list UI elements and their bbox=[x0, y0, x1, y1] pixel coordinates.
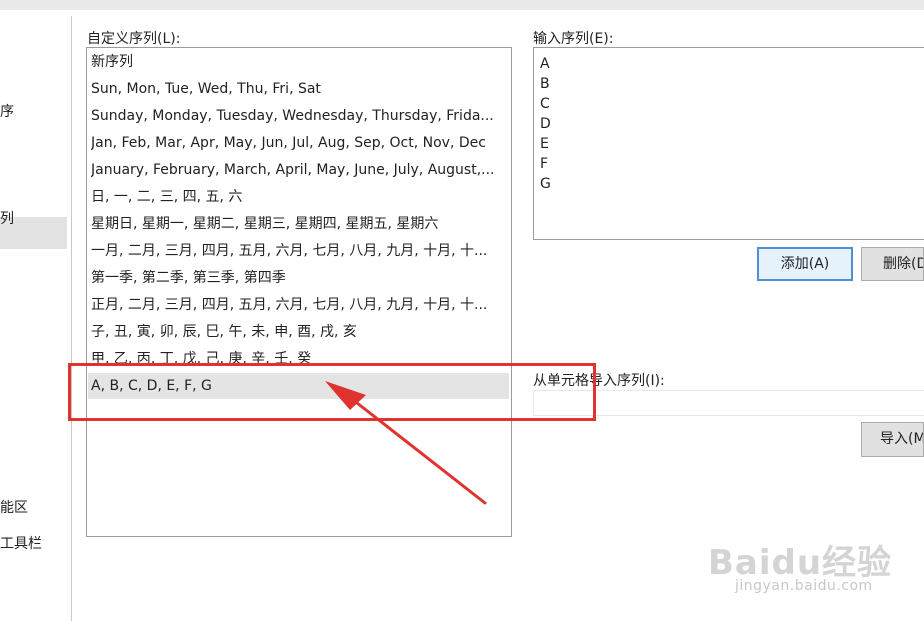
list-entries-textarea[interactable]: A B C D E F G bbox=[533, 47, 924, 240]
entry-line: C bbox=[540, 96, 550, 112]
list-item[interactable]: 子, 丑, 寅, 卯, 辰, 巳, 午, 未, 申, 酉, 戌, 亥 bbox=[91, 319, 509, 345]
nav-item-ribbon[interactable]: 能区 bbox=[0, 497, 28, 517]
list-item[interactable]: Jan, Feb, Mar, Apr, May, Jun, Jul, Aug, … bbox=[91, 130, 509, 156]
list-item[interactable]: Sun, Mon, Tue, Wed, Thu, Fri, Sat bbox=[91, 76, 509, 102]
options-nav-pane: 序 列 能区 工具栏 bbox=[0, 16, 72, 621]
list-item[interactable]: 一月, 二月, 三月, 四月, 五月, 六月, 七月, 八月, 九月, 十月, … bbox=[91, 238, 509, 264]
watermark-url: jingyan.baidu.com bbox=[735, 578, 873, 594]
list-item[interactable]: 甲, 乙, 丙, 丁, 戊, 己, 庚, 辛, 壬, 癸 bbox=[91, 346, 509, 372]
entry-line: A bbox=[540, 56, 550, 72]
list-item[interactable]: 正月, 二月, 三月, 四月, 五月, 六月, 七月, 八月, 九月, 十月, … bbox=[91, 292, 509, 318]
list-item[interactable]: January, February, March, April, May, Ju… bbox=[91, 157, 509, 183]
entry-line: D bbox=[540, 116, 551, 132]
nav-item-sort[interactable]: 序 bbox=[0, 101, 14, 121]
list-entries-label: 输入序列(E): bbox=[533, 31, 614, 47]
add-button[interactable]: 添加(A) bbox=[757, 247, 853, 281]
list-item[interactable]: 日, 一, 二, 三, 四, 五, 六 bbox=[91, 184, 509, 210]
entry-line: F bbox=[540, 156, 549, 172]
list-item-selected[interactable]: A, B, C, D, E, F, G bbox=[88, 373, 509, 399]
import-range-label: 从单元格导入序列(I): bbox=[533, 373, 665, 389]
watermark-logo: Baidu经验 bbox=[708, 543, 893, 583]
entry-line: B bbox=[540, 76, 550, 92]
import-button[interactable]: 导入(M bbox=[861, 422, 924, 457]
list-item[interactable]: 星期日, 星期一, 星期二, 星期三, 星期四, 星期五, 星期六 bbox=[91, 211, 509, 237]
custom-lists-listbox[interactable]: 新序列 Sun, Mon, Tue, Wed, Thu, Fri, Sat Su… bbox=[86, 47, 512, 537]
list-item[interactable]: 新序列 bbox=[91, 49, 509, 75]
import-range-input[interactable] bbox=[533, 390, 924, 416]
list-item[interactable]: 第一季, 第二季, 第三季, 第四季 bbox=[91, 265, 509, 291]
entry-line: G bbox=[540, 176, 551, 192]
list-item[interactable]: Sunday, Monday, Tuesday, Wednesday, Thur… bbox=[91, 103, 509, 129]
entry-line: E bbox=[540, 136, 549, 152]
delete-button[interactable]: 删除(D bbox=[861, 247, 924, 281]
nav-item-quick-access-toolbar[interactable]: 工具栏 bbox=[0, 533, 42, 553]
top-strip bbox=[0, 0, 924, 10]
nav-item-custom-lists[interactable]: 列 bbox=[0, 208, 14, 228]
custom-lists-label: 自定义序列(L): bbox=[87, 31, 181, 47]
